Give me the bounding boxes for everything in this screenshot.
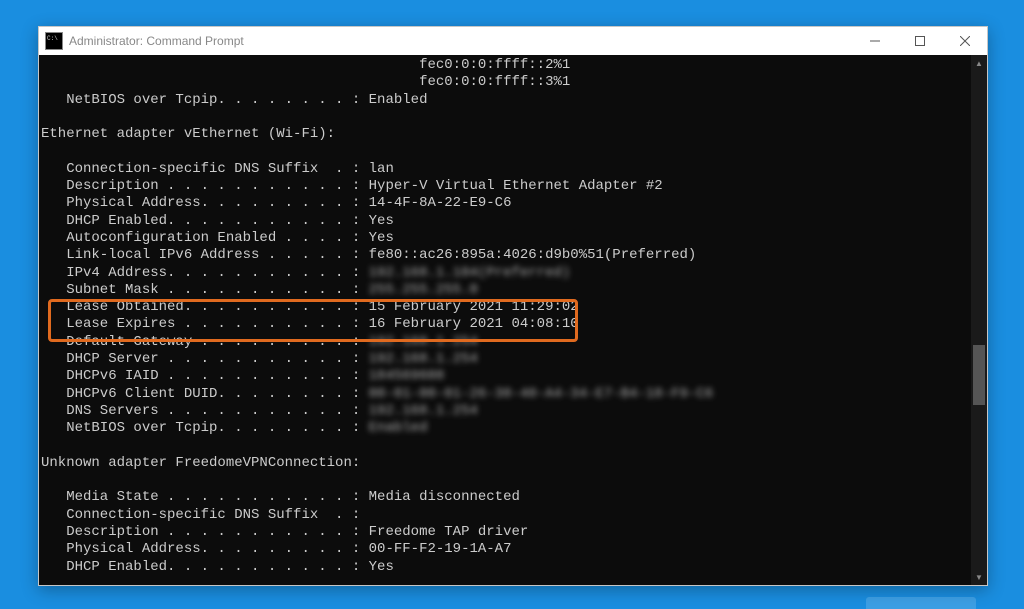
field-value: 00-01-00-01-26-38-40-A4-34-E7-B4-18-F9-C…	[369, 386, 713, 402]
field-value: 14-4F-8A-22-E9-C6	[369, 195, 512, 211]
field-value: 15 February 2021 11:29:02	[369, 299, 579, 315]
window-controls	[852, 27, 987, 55]
field-value: Hyper-V Virtual Ethernet Adapter #2	[369, 178, 663, 194]
field-label: Ethernet adapter vEthernet (Wi-Fi):	[41, 126, 335, 142]
close-button[interactable]	[942, 27, 987, 55]
output-line: Unknown adapter FreedomeVPNConnection:	[41, 455, 971, 472]
output-line: Description . . . . . . . . . . . : Hype…	[41, 178, 971, 195]
scroll-down-arrow-icon[interactable]: ▼	[971, 569, 987, 585]
field-label: DNS Servers . . . . . . . . . . . :	[41, 403, 369, 419]
maximize-button[interactable]	[897, 27, 942, 55]
field-label: NetBIOS over Tcpip. . . . . . . . :	[41, 420, 369, 436]
field-label: Lease Expires . . . . . . . . . . :	[41, 316, 369, 332]
output-line	[41, 143, 971, 160]
field-label: DHCP Enabled. . . . . . . . . . . :	[41, 559, 369, 575]
field-value: Enabled	[369, 420, 428, 436]
output-line	[41, 472, 971, 489]
field-label: Description . . . . . . . . . . . :	[41, 524, 369, 540]
field-value: fec0:0:0:ffff::2%1	[419, 57, 570, 73]
field-label: Autoconfiguration Enabled . . . . :	[41, 230, 369, 246]
output-line: Physical Address. . . . . . . . . : 14-4…	[41, 195, 971, 212]
output-line: NetBIOS over Tcpip. . . . . . . . : Enab…	[41, 92, 971, 109]
output-line: Default Gateway . . . . . . . . . : 192.…	[41, 334, 971, 351]
output-line: DNS Servers . . . . . . . . . . . : 192.…	[41, 403, 971, 420]
output-line: Lease Obtained. . . . . . . . . . : 15 F…	[41, 299, 971, 316]
minimize-button[interactable]	[852, 27, 897, 55]
field-label: NetBIOS over Tcpip. . . . . . . . :	[41, 92, 369, 108]
field-value: Freedome TAP driver	[369, 524, 529, 540]
cmd-icon	[45, 32, 63, 50]
field-label	[41, 57, 419, 73]
output-line: Subnet Mask . . . . . . . . . . . : 255.…	[41, 282, 971, 299]
vertical-scrollbar[interactable]: ▲ ▼	[971, 55, 987, 585]
output-line: DHCP Enabled. . . . . . . . . . . : Yes	[41, 559, 971, 576]
field-value: 00-FF-F2-19-1A-A7	[369, 541, 512, 557]
output-line: Autoconfiguration Enabled . . . . : Yes	[41, 230, 971, 247]
output-line: Lease Expires . . . . . . . . . . : 16 F…	[41, 316, 971, 333]
field-value: fe80::ac26:895a:4026:d9b0%51(Preferred)	[369, 247, 697, 263]
output-line: Link-local IPv6 Address . . . . . : fe80…	[41, 247, 971, 264]
field-label: Description . . . . . . . . . . . :	[41, 178, 369, 194]
field-value: Yes	[369, 230, 394, 246]
field-label: Subnet Mask . . . . . . . . . . . :	[41, 282, 369, 298]
field-label: Link-local IPv6 Address . . . . . :	[41, 247, 369, 263]
field-label: Physical Address. . . . . . . . . :	[41, 195, 369, 211]
field-label	[41, 74, 419, 90]
field-value: 192.168.1.254	[369, 334, 478, 350]
field-label: Default Gateway . . . . . . . . . :	[41, 334, 369, 350]
field-label: Physical Address. . . . . . . . . :	[41, 541, 369, 557]
output-line: Physical Address. . . . . . . . . : 00-F…	[41, 541, 971, 558]
field-value: 192.168.1.254	[369, 351, 478, 367]
scrollbar-thumb[interactable]	[973, 345, 985, 405]
field-label: IPv4 Address. . . . . . . . . . . :	[41, 265, 369, 281]
output-line: DHCPv6 IAID . . . . . . . . . . . : 1845…	[41, 368, 971, 385]
scroll-up-arrow-icon[interactable]: ▲	[971, 55, 987, 71]
field-label: Connection-specific DNS Suffix . :	[41, 507, 360, 523]
field-value: 192.168.1.104(Preferred)	[369, 265, 571, 281]
output-line: Ethernet adapter vEthernet (Wi-Fi):	[41, 126, 971, 143]
field-value: lan	[369, 161, 394, 177]
command-prompt-window: Administrator: Command Prompt fec0:0:0:f…	[38, 26, 988, 586]
taskbar-hint	[866, 597, 976, 609]
output-line: Media State . . . . . . . . . . . : Medi…	[41, 489, 971, 506]
output-line: DHCP Enabled. . . . . . . . . . . : Yes	[41, 213, 971, 230]
field-label: Media State . . . . . . . . . . . :	[41, 489, 369, 505]
output-line: Description . . . . . . . . . . . : Free…	[41, 524, 971, 541]
field-value: Enabled	[369, 92, 428, 108]
window-title: Administrator: Command Prompt	[69, 34, 852, 48]
field-label: DHCP Server . . . . . . . . . . . :	[41, 351, 369, 367]
field-value: 16 February 2021 04:08:10	[369, 316, 579, 332]
field-value: Media disconnected	[369, 489, 520, 505]
field-label: Lease Obtained. . . . . . . . . . :	[41, 299, 369, 315]
output-line: Connection-specific DNS Suffix . : lan	[41, 161, 971, 178]
output-line: fec0:0:0:ffff::3%1	[41, 74, 971, 91]
field-label: Connection-specific DNS Suffix . :	[41, 161, 369, 177]
titlebar[interactable]: Administrator: Command Prompt	[39, 27, 987, 55]
field-label: DHCPv6 Client DUID. . . . . . . . :	[41, 386, 369, 402]
output-line: Connection-specific DNS Suffix . :	[41, 507, 971, 524]
output-line	[41, 438, 971, 455]
field-label: Unknown adapter FreedomeVPNConnection:	[41, 455, 360, 471]
output-line: IPv4 Address. . . . . . . . . . . : 192.…	[41, 265, 971, 282]
scrollbar-track[interactable]	[971, 71, 987, 569]
field-value: Yes	[369, 213, 394, 229]
output-line	[41, 109, 971, 126]
field-value: Yes	[369, 559, 394, 575]
field-value: 192.168.1.254	[369, 403, 478, 419]
field-label: DHCP Enabled. . . . . . . . . . . :	[41, 213, 369, 229]
field-value: 255.255.255.0	[369, 282, 478, 298]
field-label: DHCPv6 IAID . . . . . . . . . . . :	[41, 368, 369, 384]
output-line: NetBIOS over Tcpip. . . . . . . . : Enab…	[41, 420, 971, 437]
output-line: DHCPv6 Client DUID. . . . . . . . : 00-0…	[41, 386, 971, 403]
output-line: fec0:0:0:ffff::2%1	[41, 57, 971, 74]
console-area: fec0:0:0:ffff::2%1 fec0:0:0:ffff::3%1 Ne…	[39, 55, 987, 585]
console-output[interactable]: fec0:0:0:ffff::2%1 fec0:0:0:ffff::3%1 Ne…	[39, 55, 971, 585]
output-line: DHCP Server . . . . . . . . . . . : 192.…	[41, 351, 971, 368]
field-value: fec0:0:0:ffff::3%1	[419, 74, 570, 90]
field-value: 184569608	[369, 368, 445, 384]
